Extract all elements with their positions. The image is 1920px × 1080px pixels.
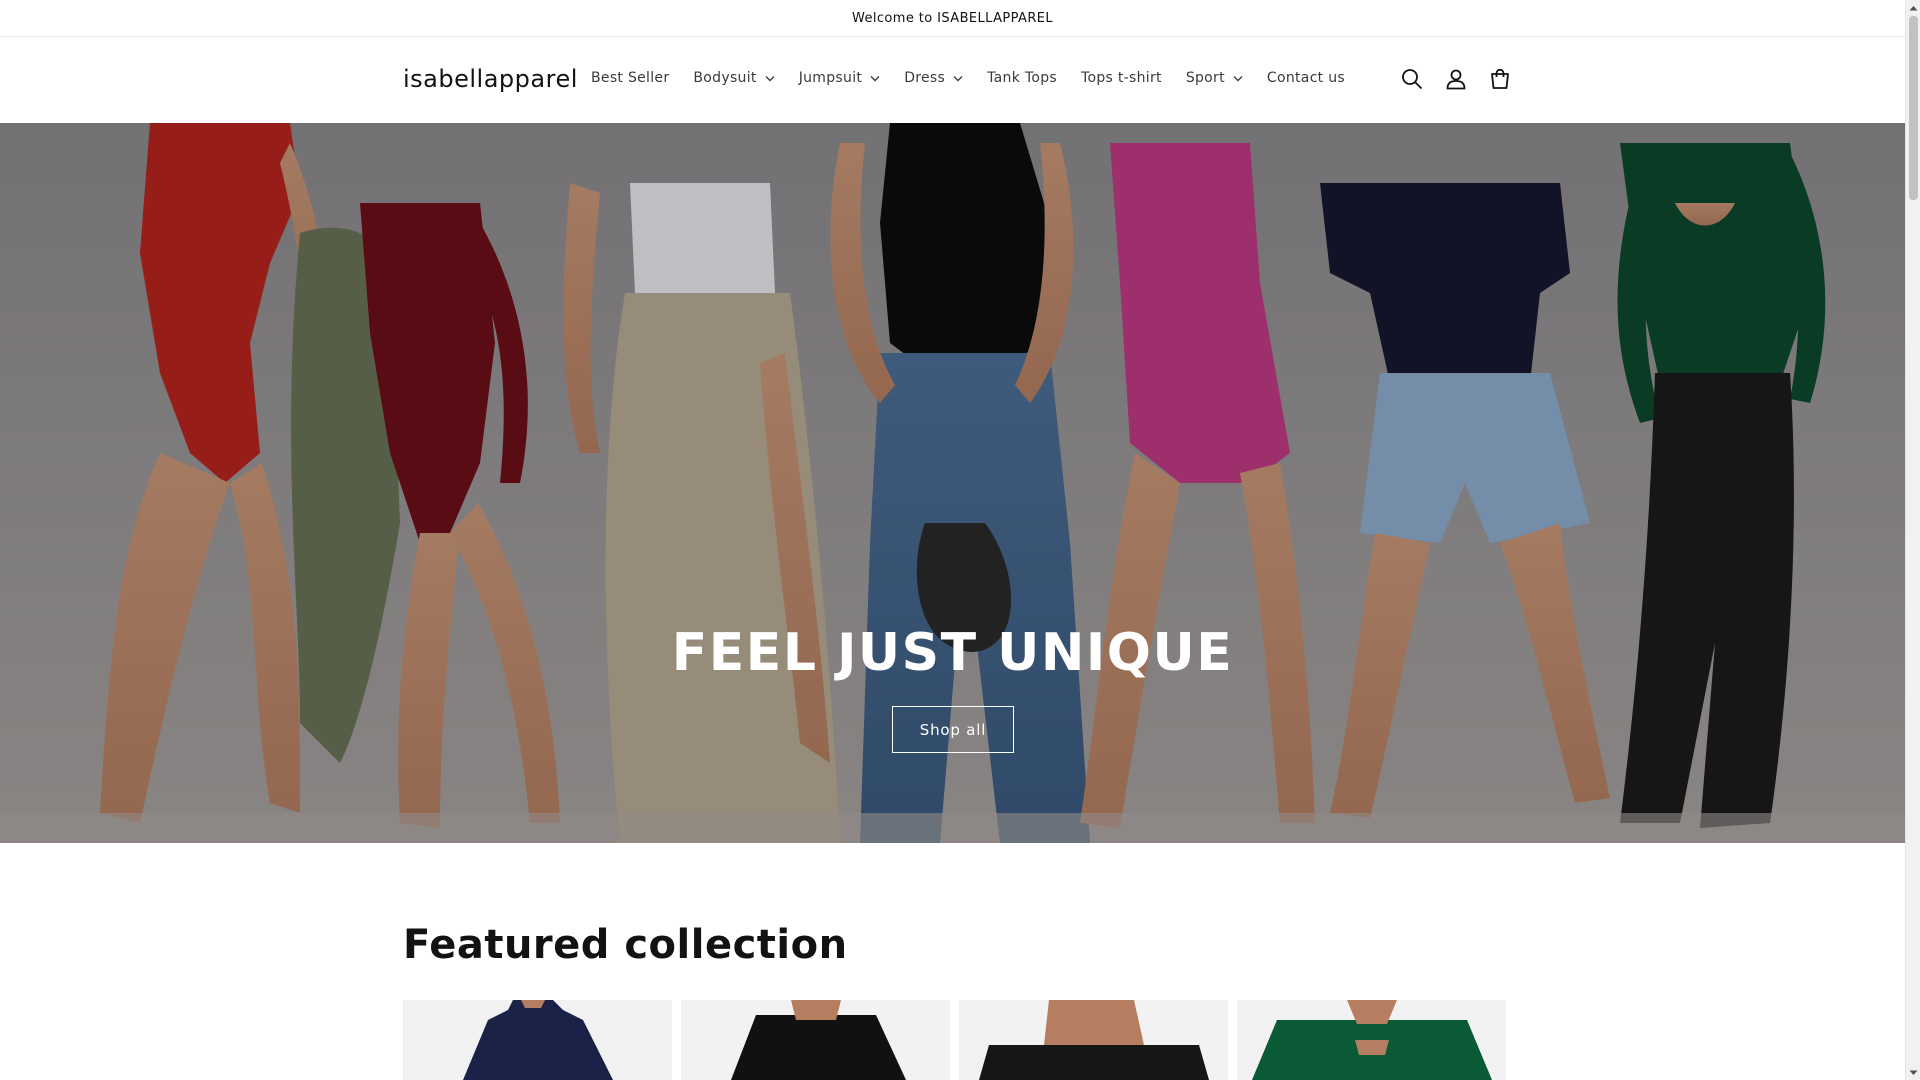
announcement-bar: Welcome to ISABELLAPPAREL [0,0,1905,37]
nav-item-label: Tops t-shirt [1081,70,1162,86]
nav-item-sport[interactable]: Sport [1174,70,1255,86]
nav-item-contact-us[interactable]: Contact us [1255,70,1357,86]
nav-item-label: Tank Tops [987,70,1057,86]
nav-item-bodysuit[interactable]: Bodysuit [681,70,786,86]
header-icons [1390,61,1522,97]
featured-collection-title: Featured collection [403,922,848,968]
main-nav: Best Seller Bodysuit Jumpsuit Dress Tank… [579,67,1357,89]
search-icon[interactable] [1390,61,1434,97]
nav-item-label: Contact us [1266,70,1345,86]
chevron-down-icon [870,73,880,83]
scroll-down-arrow-icon[interactable] [1906,1065,1920,1080]
site-header: isabellapparel Best Seller Bodysuit Jump… [0,37,1905,123]
nav-item-label: Dress [904,70,946,86]
nav-item-label: Jumpsuit [798,70,863,86]
account-icon[interactable] [1434,61,1478,97]
scrollbar-thumb[interactable] [1909,16,1918,200]
chevron-down-icon [1233,73,1243,83]
product-card[interactable] [403,1000,672,1080]
product-grid [403,1000,1506,1080]
product-image [403,1000,672,1080]
product-image [959,1000,1228,1080]
nav-item-dress[interactable]: Dress [892,70,975,86]
announcement-text: Welcome to ISABELLAPPAREL [851,10,1054,26]
nav-item-label: Sport [1185,70,1225,86]
hero-banner: FEEL JUST UNIQUE Shop all [0,123,1905,843]
nav-item-jumpsuit[interactable]: Jumpsuit [787,70,892,86]
product-image [1237,1000,1506,1080]
nav-item-tops-t-shirt[interactable]: Tops t-shirt [1069,70,1174,86]
nav-item-label: Best Seller [591,70,670,86]
product-image [681,1000,950,1080]
nav-item-tank-tops[interactable]: Tank Tops [975,70,1069,86]
chevron-down-icon [953,73,963,83]
site-logo[interactable]: isabellapparel [403,65,578,93]
nav-item-best-seller[interactable]: Best Seller [579,70,681,86]
shop-all-button[interactable]: Shop all [892,706,1014,753]
chevron-down-icon [765,73,775,83]
nav-item-label: Bodysuit [693,70,757,86]
product-card[interactable] [1237,1000,1506,1080]
cart-icon[interactable] [1478,61,1522,97]
product-card[interactable] [959,1000,1228,1080]
hero-title: FEEL JUST UNIQUE [671,623,1234,683]
scroll-up-arrow-icon[interactable] [1906,0,1920,15]
product-card[interactable] [681,1000,950,1080]
page-scrollbar[interactable] [1905,0,1920,1080]
